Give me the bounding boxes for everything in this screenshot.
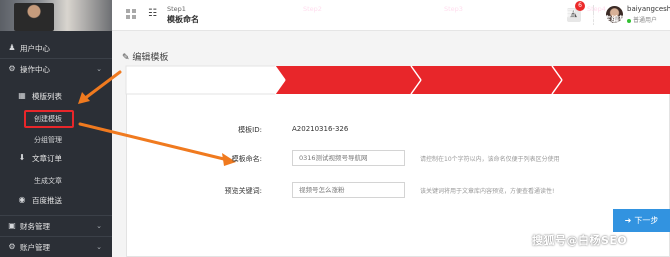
step-name: 配图库编辑 xyxy=(587,15,627,24)
step-number: Step4 xyxy=(587,5,606,13)
next-step-label: 下一步 xyxy=(634,216,659,225)
template-name-input[interactable]: 0316测试视频号导航网 xyxy=(292,150,405,166)
arrow-right-icon: ➜ xyxy=(624,216,632,225)
image-icon: ▤ xyxy=(566,8,576,19)
step-name: 模板编辑 xyxy=(303,15,335,24)
step-1-background xyxy=(125,65,286,95)
preview-keyword-label: 预览关键词: xyxy=(224,187,262,195)
step-4-background xyxy=(552,66,670,94)
next-step-button[interactable]: ➜ 下一步 xyxy=(613,209,670,232)
step-4[interactable]: ▤ Step4 配图库编辑 xyxy=(562,0,670,28)
template-name-hint: 请控制在10个字符以内，该命名仅便于列表区分使用 xyxy=(420,156,560,163)
step-2-background xyxy=(275,66,421,94)
step-3-background xyxy=(411,66,562,94)
app-root: ♟ 用户中心 ⚙ 操作中心 ⌄ ▦ 模版列表 创建模板 分组管理 ⬇ 文章订单 … xyxy=(0,0,670,257)
step-number: Step3 xyxy=(444,5,463,13)
step-number: Step1 xyxy=(167,5,186,13)
preview-keyword-hint: 该关键词将用于文章库内容预览，方便查看通读性! xyxy=(420,188,555,195)
list-icon: ☰ xyxy=(288,8,297,19)
step-name: 标题库编辑 xyxy=(444,15,484,24)
watermark: 搜狐号@白杨SEO xyxy=(532,234,628,247)
preview-keyword-input[interactable]: 视频号怎么涨粉 xyxy=(292,182,405,198)
template-id-label: 模板ID: xyxy=(238,126,262,134)
step-2[interactable]: ☰ Step2 模板编辑 xyxy=(285,0,411,28)
template-name-label: 模板命名: xyxy=(231,155,262,163)
step-number: Step2 xyxy=(303,5,322,13)
template-id-value: A20210316-326 xyxy=(292,125,349,133)
arrow-head-1 xyxy=(78,92,90,104)
step-1[interactable]: ☷ Step1 模板命名 xyxy=(126,0,275,28)
bookmark-icon: ⚑ xyxy=(425,8,434,19)
step-name: 模板命名 xyxy=(167,15,199,24)
step-3[interactable]: ⚑ Step3 标题库编辑 xyxy=(421,0,552,28)
sitemap-icon: ☷ xyxy=(148,8,157,19)
